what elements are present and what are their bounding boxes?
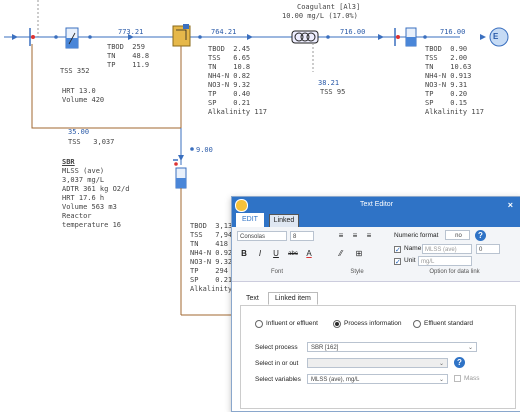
- font-color-button[interactable]: A: [304, 249, 314, 259]
- name-label: Name: [404, 245, 422, 252]
- stream1-block: TBOD 259 TN 48.8 TP 11.9: [107, 43, 150, 69]
- select-in-out-dropdown[interactable]: ⌄: [307, 358, 448, 368]
- radio-process-label: Process information: [344, 320, 402, 327]
- splitter-left-icon: [29, 28, 35, 46]
- help-icon[interactable]: ?: [475, 230, 486, 241]
- style-group-label: Style: [350, 269, 364, 275]
- tss95-label: TSS 95: [320, 88, 346, 96]
- radio-influent-label: Influent or effluent: [266, 320, 318, 327]
- name-checkbox[interactable]: ✓: [394, 246, 401, 254]
- strikethrough-button[interactable]: abc: [286, 249, 300, 259]
- tab-linked-item[interactable]: Linked item: [268, 292, 318, 305]
- select-process-label: Select process: [255, 344, 298, 351]
- help-icon-2[interactable]: ?: [454, 357, 465, 368]
- mass-checkbox[interactable]: [454, 375, 461, 382]
- unit-field[interactable]: mg/L: [418, 256, 472, 266]
- unit-label: Unit: [404, 257, 416, 264]
- stream2-block: TBOD 2.45 TSS 6.65 TN 10.8 NH4-N 0.82 NO…: [208, 45, 268, 116]
- align-left-icon[interactable]: ≡: [336, 231, 346, 241]
- tab-linked[interactable]: Linked: [269, 214, 299, 228]
- coagulant-label-1: Coagulant [Al3]: [297, 3, 361, 11]
- border-icon[interactable]: ⊞: [354, 249, 364, 259]
- reactor-icon: [172, 24, 191, 47]
- filter-coil-icon: [291, 30, 319, 44]
- italic-button[interactable]: I: [255, 249, 265, 259]
- name-number-field[interactable]: 0: [476, 244, 500, 254]
- unit-checkbox[interactable]: ✓: [394, 258, 401, 266]
- font-name-select[interactable]: Consolas: [237, 231, 287, 241]
- select-variables-value: MLSS (ave), mg/L: [311, 377, 360, 383]
- flow-label-3: 716.00: [340, 28, 366, 36]
- text-editor-dialog: Text Editor × EDIT Linked Consolas 8 B I…: [231, 196, 520, 412]
- close-icon[interactable]: ×: [508, 197, 513, 213]
- radio-effluent-standard-label: Effluent standard: [424, 320, 474, 327]
- sbr-info: MLSS (ave) 3,037 mg/L ADTR 361 kg O2/d H…: [62, 167, 130, 229]
- sbr-title: SBR: [62, 158, 75, 166]
- select-variables-dropdown[interactable]: MLSS (ave), mg/L ⌄: [307, 374, 448, 384]
- arrow-in: [12, 34, 18, 40]
- tab-edit[interactable]: EDIT: [236, 213, 264, 227]
- flow-label-6: 9.00: [196, 146, 213, 154]
- select-process-dropdown[interactable]: SBR [162] ⌄: [307, 342, 477, 352]
- stream4-block: TBOD 3,137 TSS 7,94 TN 418 NH4-N 0.92 NO…: [190, 222, 237, 293]
- splitter-right-icon: [394, 28, 400, 46]
- radio-process[interactable]: [333, 320, 341, 328]
- hrt-block: HRT 13.0 Volume 420: [62, 87, 105, 104]
- tss-left: TSS 352: [60, 67, 90, 75]
- align-center-icon[interactable]: ≡: [350, 231, 360, 241]
- font-size-select[interactable]: 8: [290, 231, 314, 241]
- flow-label-5: 35.00: [68, 128, 90, 136]
- select-variables-label: Select variables: [255, 376, 301, 383]
- flow-label-2: 764.21: [211, 28, 237, 36]
- ribbon: Consolas 8 B I U abc A Font ≡ ≡ ≡ ⁄⁄ ⊞ S…: [232, 227, 520, 282]
- sbr-tank-icon: [173, 159, 187, 189]
- chevron-down-icon: ⌄: [467, 345, 473, 351]
- underline-button[interactable]: U: [271, 249, 281, 259]
- align-right-icon[interactable]: ≡: [364, 231, 374, 241]
- font-group-label: Font: [270, 269, 283, 275]
- mass-label: Mass: [464, 375, 480, 382]
- tank-clarifier-icon: [65, 27, 79, 49]
- lower-panel: Text Linked item Influent or effluent Pr…: [232, 285, 520, 411]
- chevron-down-icon: ⌄: [438, 377, 444, 383]
- ribbon-tabbar: EDIT Linked: [232, 213, 520, 228]
- numeric-format-label: Numeric format: [394, 232, 439, 239]
- dialog-title: Text Editor: [359, 201, 394, 208]
- flow-label-1: 773.21: [118, 28, 144, 36]
- name-field[interactable]: MLSS (ave): [422, 244, 472, 254]
- coagulant-label-2: 10.00 mg/L (17.0%): [282, 12, 358, 20]
- radio-influent[interactable]: [255, 320, 263, 328]
- bold-button[interactable]: B: [239, 249, 249, 259]
- node-1: [54, 35, 58, 39]
- tank-final-icon: [405, 27, 417, 47]
- tss-recycle: TSS 3,037: [68, 138, 115, 146]
- select-process-value: SBR [162]: [311, 345, 339, 351]
- line-style-icon[interactable]: ⁄⁄: [336, 249, 346, 259]
- flow-label-4: 716.00: [440, 28, 466, 36]
- flow-label-7: 38.21: [318, 79, 340, 87]
- numeric-format-field[interactable]: no: [445, 230, 470, 240]
- chevron-down-icon: ⌄: [438, 361, 444, 367]
- stream3-block: TBOD 0.90 TSS 2.00 TN 10.63 NH4-N 0.913 …: [425, 45, 485, 116]
- options-group-label: Option for data link: [429, 269, 480, 275]
- radio-effluent-standard[interactable]: [413, 320, 421, 328]
- select-in-out-label: Select in or out: [255, 360, 299, 367]
- node-2: [88, 35, 92, 39]
- tab-text[interactable]: Text: [246, 295, 259, 302]
- dialog-titlebar: Text Editor ×: [232, 197, 520, 213]
- effluent-label: E: [493, 32, 499, 41]
